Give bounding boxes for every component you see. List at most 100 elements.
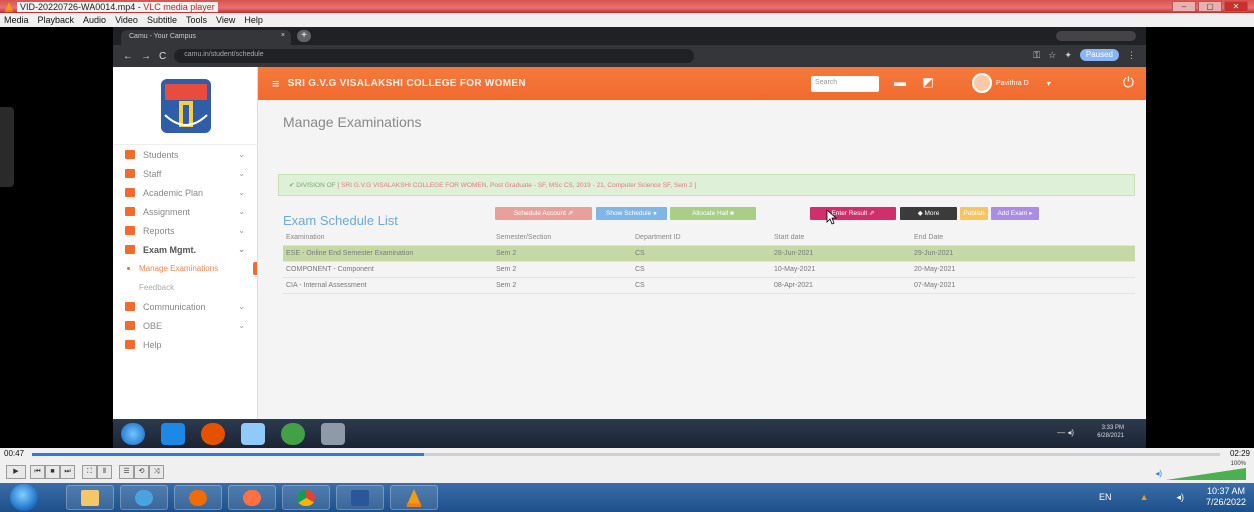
vlc-cone-icon <box>5 1 13 12</box>
maximize-button[interactable]: ▢ <box>1198 1 1222 12</box>
language-indicator[interactable]: EN <box>1099 492 1112 503</box>
user-menu[interactable]: Pavithra D ▾ <box>972 72 1051 94</box>
loop-button[interactable]: ⟲ <box>134 465 149 479</box>
sidebar-item-manage-examinations[interactable]: Manage Examinations <box>113 259 257 278</box>
taskbar-firefox[interactable] <box>228 485 276 510</box>
profile-paused-pill[interactable]: Paused <box>1079 49 1119 61</box>
word-icon <box>351 489 369 506</box>
column-header[interactable]: End Date <box>914 234 1114 241</box>
column-header[interactable]: Examination <box>283 234 496 241</box>
menu-subtitle[interactable]: Subtitle <box>147 15 177 25</box>
sidebar-item-label: Reports <box>143 225 175 236</box>
key-icon[interactable]: ⚿ <box>1033 50 1040 61</box>
table-row[interactable]: ESE - Online End Semester Examination Sem… <box>283 246 1135 262</box>
sidebar-item-staff[interactable]: Staff ⌄ <box>113 164 257 183</box>
college-logo <box>160 78 211 133</box>
sidebar-item-obe[interactable]: OBE ⌄ <box>113 316 257 335</box>
sidebar-item-communication[interactable]: Communication ⌄ <box>113 297 257 316</box>
ie-icon <box>135 489 153 506</box>
search-input[interactable]: Search <box>811 76 879 92</box>
seek-slider[interactable] <box>32 453 1220 456</box>
taskbar-chrome[interactable] <box>282 485 330 510</box>
left-bezel <box>0 107 14 187</box>
recorded-taskbar: — ◂) 3:33 PM 6/28/2021 <box>113 419 1146 448</box>
recorded-volume-icon: — ◂) <box>1057 428 1074 437</box>
taskbar-explorer[interactable] <box>66 485 114 510</box>
previous-button[interactable]: ⏮ <box>30 465 45 479</box>
column-header[interactable]: Start date <box>774 234 914 241</box>
close-button[interactable]: ✕ <box>1224 1 1248 12</box>
table-row[interactable]: COMPONENT - Component Sem 2 CS 10-May-2021 2… <box>283 262 1135 278</box>
table-cell: 29-Jun-2021 <box>914 250 954 257</box>
speaker-icon[interactable]: ◂) <box>1155 469 1162 478</box>
sidebar-item-feedback[interactable]: Feedback <box>113 278 257 297</box>
shuffle-button[interactable]: ⤨ <box>149 465 164 479</box>
mouse-cursor-icon <box>826 210 837 225</box>
forward-icon[interactable]: → <box>141 51 151 62</box>
play-button[interactable]: ▶ <box>6 465 26 479</box>
extensions-icon[interactable]: ✦ <box>1064 50 1072 61</box>
sidebar-item-academic-plan[interactable]: Academic Plan ⌄ <box>113 183 257 202</box>
column-header[interactable]: Department ID <box>635 234 774 241</box>
back-icon[interactable]: ← <box>123 51 133 62</box>
minimize-button[interactable]: – <box>1172 1 1196 12</box>
tab-close-icon[interactable]: × <box>281 32 285 39</box>
add-exam-button[interactable]: Add Exam ▸ <box>991 207 1039 220</box>
taskbar-word[interactable] <box>336 485 384 510</box>
main-content: Manage Examinations ✔ DIVISION OF [ SRI … <box>258 100 1146 419</box>
extended-settings-button[interactable]: ⦀ <box>97 465 112 479</box>
publish-button[interactable]: Publish <box>960 207 988 220</box>
allocate-hall-button[interactable]: Allocate Hall ■ <box>670 207 756 220</box>
taskbar-ie[interactable] <box>120 485 168 510</box>
power-icon[interactable]: ⏻ <box>1123 74 1134 91</box>
reload-icon[interactable]: C <box>159 51 166 62</box>
user-name: Pavithra D <box>996 79 1029 87</box>
sidebar-item-assignment[interactable]: Assignment ⌄ <box>113 202 257 221</box>
playlist-button[interactable]: ☰ <box>119 465 134 479</box>
stop-button[interactable]: ■ <box>45 465 60 479</box>
chevron-down-icon: ⌄ <box>238 302 245 311</box>
calendar-icon[interactable]: ▬ <box>892 75 908 91</box>
menu-video[interactable]: Video <box>115 15 138 25</box>
next-button[interactable]: ⏭ <box>60 465 75 479</box>
sidebar-item-help[interactable]: Help <box>113 335 257 354</box>
menu-view[interactable]: View <box>216 15 235 25</box>
menu-playback[interactable]: Playback <box>38 15 75 25</box>
start-button[interactable] <box>10 484 38 511</box>
exam-schedule-list-title: Exam Schedule List <box>283 213 398 228</box>
column-header[interactable]: Semester/Section <box>496 234 635 241</box>
volume-slider[interactable] <box>1166 468 1246 480</box>
star-icon[interactable]: ☆ <box>1048 50 1056 61</box>
sidebar-item-label: OBE <box>143 320 163 331</box>
enter-result-button[interactable]: Enter Result ⇗ <box>810 207 896 220</box>
chevron-down-icon: ⌄ <box>238 226 245 235</box>
address-bar[interactable]: camu.in/student/schedule <box>174 49 695 63</box>
menu-audio[interactable]: Audio <box>83 15 106 25</box>
new-tab-button[interactable]: + <box>297 30 311 42</box>
table-cell: ESE - Online End Semester Examination <box>286 250 414 257</box>
window-title: VID-20220726-WA0014.mp4 - VLC media play… <box>17 1 218 12</box>
taskbar-vlc[interactable] <box>390 485 438 510</box>
more-button[interactable]: ◆ More <box>900 207 957 220</box>
sidebar-item-label: Students <box>143 149 179 160</box>
hamburger-menu-icon[interactable]: ≡ <box>272 76 280 91</box>
menu-tools[interactable]: Tools <box>186 15 207 25</box>
browser-tab[interactable]: Camu - Your Campus × <box>121 30 291 45</box>
volume-icon[interactable]: ◂) <box>1176 492 1184 503</box>
chevron-down-icon: ⌄ <box>238 207 245 216</box>
sidebar-item-reports[interactable]: Reports ⌄ <box>113 221 257 240</box>
vlc-tray-icon[interactable]: ▲ <box>1140 492 1149 503</box>
menu-help[interactable]: Help <box>244 15 263 25</box>
menu-media[interactable]: Media <box>4 15 29 25</box>
schedule-account-button[interactable]: Schedule Account ⇗ <box>495 207 592 220</box>
notification-icon[interactable]: ◩ <box>920 75 936 91</box>
taskbar-media[interactable] <box>174 485 222 510</box>
sidebar-item-label: Manage Examinations <box>139 264 219 273</box>
fullscreen-button[interactable]: ⛶ <box>82 465 97 479</box>
sidebar-item-students[interactable]: Students ⌄ <box>113 145 257 164</box>
sidebar-item-exam-mgmt[interactable]: Exam Mgmt. ⌄ <box>113 240 257 259</box>
system-clock[interactable]: 10:37 AM 7/26/2022 <box>1206 486 1246 508</box>
table-row[interactable]: CIA - Internal Assessment Sem 2 CS 08-Apr-2… <box>283 278 1135 294</box>
browser-menu-icon[interactable]: ⋮ <box>1127 50 1136 61</box>
show-schedule-button[interactable]: Show Schedule ● <box>596 207 667 220</box>
